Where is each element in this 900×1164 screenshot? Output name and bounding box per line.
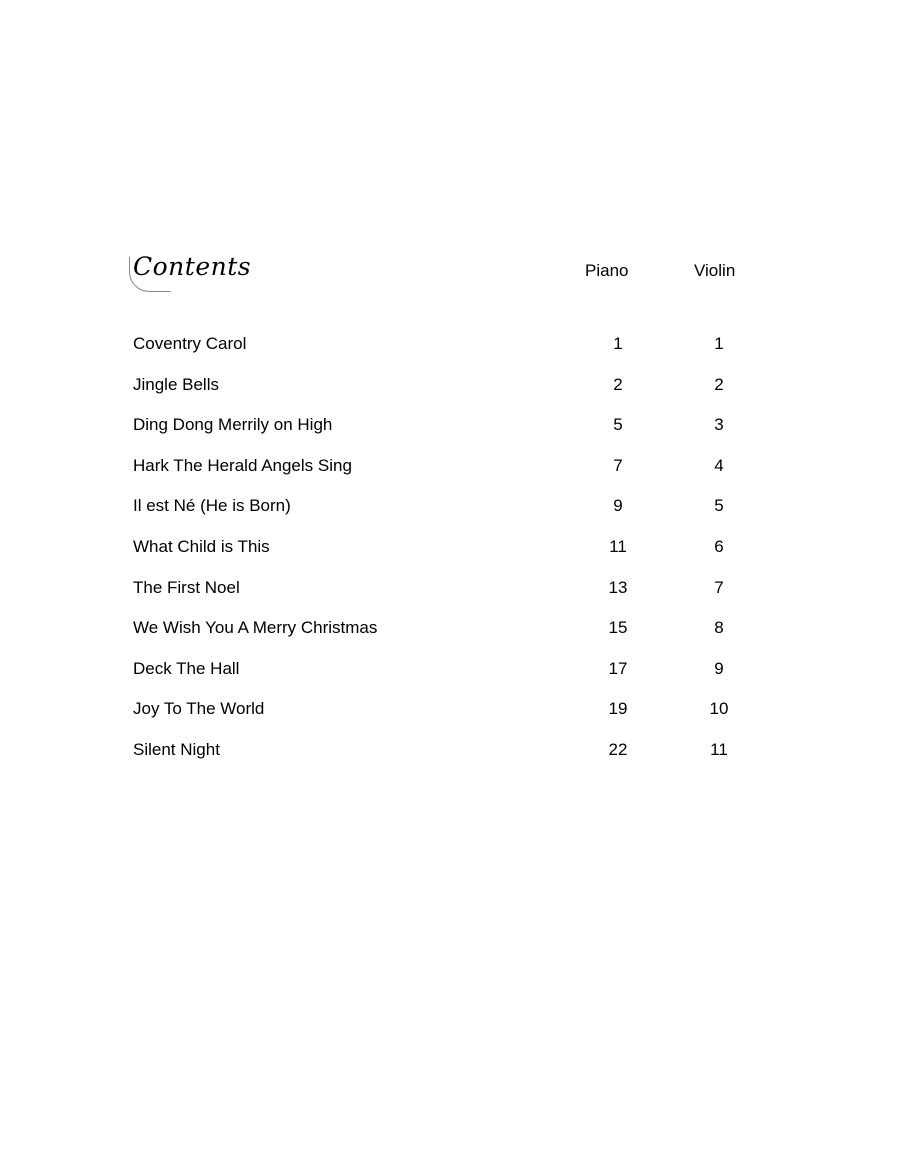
column-header-violin: Violin (694, 261, 736, 280)
contents-list: Coventry Carol 1 1 Jingle Bells 2 2 Ding Don… (0, 334, 900, 781)
entry-violin-page: 7 (714, 577, 724, 597)
contents-entry: Coventry Carol 1 1 (0, 334, 900, 375)
entry-title: Ding Dong Merrily on High (133, 415, 333, 435)
contents-entry: The First Noel 13 7 (0, 578, 900, 619)
entry-title: Jingle Bells (133, 374, 219, 394)
entry-violin-page: 8 (714, 618, 724, 638)
entry-violin-page: 11 (710, 739, 728, 759)
entry-violin-page: 10 (709, 699, 729, 719)
contents-entry: What Child is This 11 6 (0, 537, 900, 578)
entry-piano-page: 2 (613, 374, 623, 394)
entry-piano-page: 22 (608, 739, 628, 759)
entry-violin-page: 3 (714, 415, 724, 435)
entry-violin-page: 9 (714, 658, 724, 678)
contents-entry: We Wish You A Merry Christmas 15 8 (0, 618, 900, 659)
contents-entry: Joy To The World 19 10 (0, 699, 900, 740)
contents-entry: Hark The Herald Angels Sing 7 4 (0, 456, 900, 497)
entry-violin-page: 2 (714, 374, 724, 394)
entry-title: What Child is This (133, 536, 270, 556)
entry-piano-page: 9 (613, 496, 623, 516)
entry-title: Silent Night (133, 739, 220, 759)
entry-piano-page: 15 (608, 618, 628, 638)
entry-piano-page: 7 (613, 455, 623, 475)
entry-piano-page: 11 (609, 536, 627, 556)
entry-title: We Wish You A Merry Christmas (133, 618, 378, 638)
contents-heading-text: Contents (133, 252, 252, 281)
entry-title: Joy To The World (133, 699, 265, 719)
contents-entry: Deck The Hall 17 9 (0, 659, 900, 700)
contents-entry: Jingle Bells 2 2 (0, 375, 900, 416)
entry-piano-page: 17 (608, 658, 628, 678)
entry-violin-page: 6 (714, 536, 724, 556)
entry-violin-page: 4 (714, 455, 724, 475)
contents-entry: Ding Dong Merrily on High 5 3 (0, 415, 900, 456)
entry-title: Il est Né (He is Born) (133, 496, 291, 516)
contents-entry: Silent Night 22 11 (0, 740, 900, 781)
entry-piano-page: 13 (608, 577, 628, 597)
entry-piano-page: 19 (608, 699, 628, 719)
contents-entry: Il est Né (He is Born) 9 5 (0, 496, 900, 537)
entry-violin-page: 5 (714, 496, 724, 516)
entry-piano-page: 1 (613, 334, 623, 353)
entry-violin-page: 1 (714, 334, 724, 353)
column-header-piano: Piano (585, 261, 629, 280)
entry-title: Hark The Herald Angels Sing (133, 455, 352, 475)
entry-title: The First Noel (133, 577, 240, 597)
entry-title: Coventry Carol (133, 334, 247, 353)
entry-title: Deck The Hall (133, 658, 240, 678)
entry-piano-page: 5 (613, 415, 623, 435)
contents-heading: Contents (129, 252, 252, 292)
